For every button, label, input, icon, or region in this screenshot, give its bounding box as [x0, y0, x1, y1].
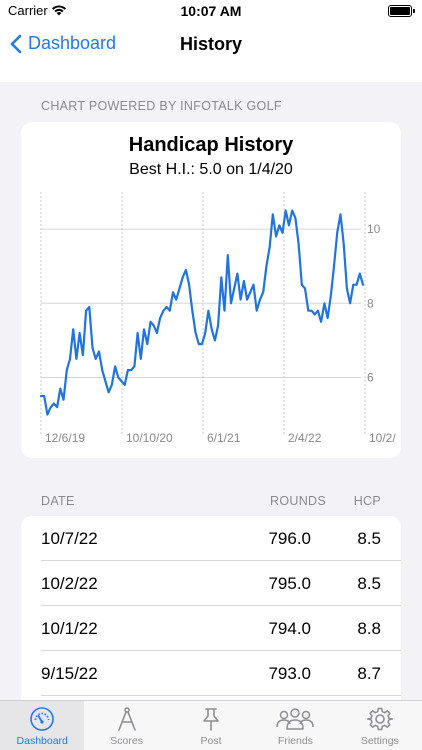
tab-dashboard[interactable]: Dashboard — [0, 701, 85, 750]
tab-label: Friends — [277, 735, 313, 747]
y-tick-label: 10 — [367, 222, 381, 236]
table-header: DATE ROUNDS HCP — [0, 494, 422, 510]
rounds-column-header: ROUNDS — [270, 494, 326, 508]
x-tick-label: 6/1/21 — [207, 431, 241, 445]
x-tick-label: 12/6/19 — [45, 431, 85, 445]
row-rounds: 795.0 — [268, 574, 311, 593]
tab-label: Scores — [110, 735, 143, 747]
battery-icon — [388, 5, 415, 17]
row-date: 10/7/22 — [41, 529, 98, 548]
row-rounds: 793.0 — [268, 664, 311, 683]
y-tick-label: 6 — [367, 370, 374, 384]
y-tick-label: 8 — [367, 296, 374, 310]
x-tick-label: 10/2/ — [369, 431, 396, 445]
compass-icon — [117, 707, 136, 731]
table-row[interactable]: 10/1/22 794.0 8.8 — [21, 606, 401, 651]
chart-card: Handicap History Best H.I.: 5.0 on 1/4/2… — [21, 122, 401, 458]
handicap-chart: 6 8 10 12/6/19 10/10/20 6/1/21 2/4/22 10/2/ — [39, 192, 396, 445]
chart-caption: CHART POWERED BY INFOTALK GOLF — [41, 99, 282, 113]
people-icon — [276, 708, 315, 730]
table-row[interactable]: 10/2/22 795.0 8.5 — [21, 561, 401, 606]
tab-label: Dashboard — [16, 735, 68, 747]
tab-bar: Dashboard Scores Post Friends Settings — [0, 700, 422, 750]
row-hcp: 8.5 — [357, 529, 381, 548]
tab-label: Settings — [360, 735, 399, 747]
row-hcp: 8.7 — [357, 664, 381, 683]
handicap-series-line — [39, 209, 365, 416]
tab-label: Post — [200, 735, 222, 747]
row-hcp: 8.5 — [357, 574, 381, 593]
row-date: 10/1/22 — [41, 619, 98, 638]
tab-friends[interactable]: Friends — [253, 701, 337, 750]
tab-post[interactable]: Post — [169, 701, 253, 750]
date-column-header: DATE — [41, 494, 75, 508]
page-title: History — [179, 34, 242, 54]
history-table: 10/7/22 796.0 8.5 10/2/22 795.0 8.5 10/1… — [21, 516, 401, 716]
navigation-bar: Dashboard History — [0, 24, 422, 82]
row-rounds: 796.0 — [268, 529, 311, 548]
status-time: 10:07 AM — [180, 3, 242, 19]
hcp-column-header: HCP — [353, 494, 381, 508]
x-tick-label: 10/10/20 — [126, 431, 173, 445]
tab-scores[interactable]: Scores — [84, 701, 168, 750]
status-bar: Carrier 10:07 AM — [0, 0, 422, 24]
gauge-icon — [30, 707, 55, 731]
gear-icon — [366, 707, 393, 731]
row-date: 10/2/22 — [41, 574, 98, 593]
row-rounds: 794.0 — [268, 619, 311, 638]
x-tick-label: 2/4/22 — [288, 431, 322, 445]
pin-icon — [203, 708, 219, 731]
row-date: 9/15/22 — [41, 664, 98, 683]
table-row[interactable]: 9/15/22 793.0 8.7 — [21, 651, 401, 696]
table-row[interactable]: 10/7/22 796.0 8.5 — [21, 516, 401, 561]
tab-settings[interactable]: Settings — [338, 701, 422, 750]
row-hcp: 8.8 — [357, 619, 381, 638]
